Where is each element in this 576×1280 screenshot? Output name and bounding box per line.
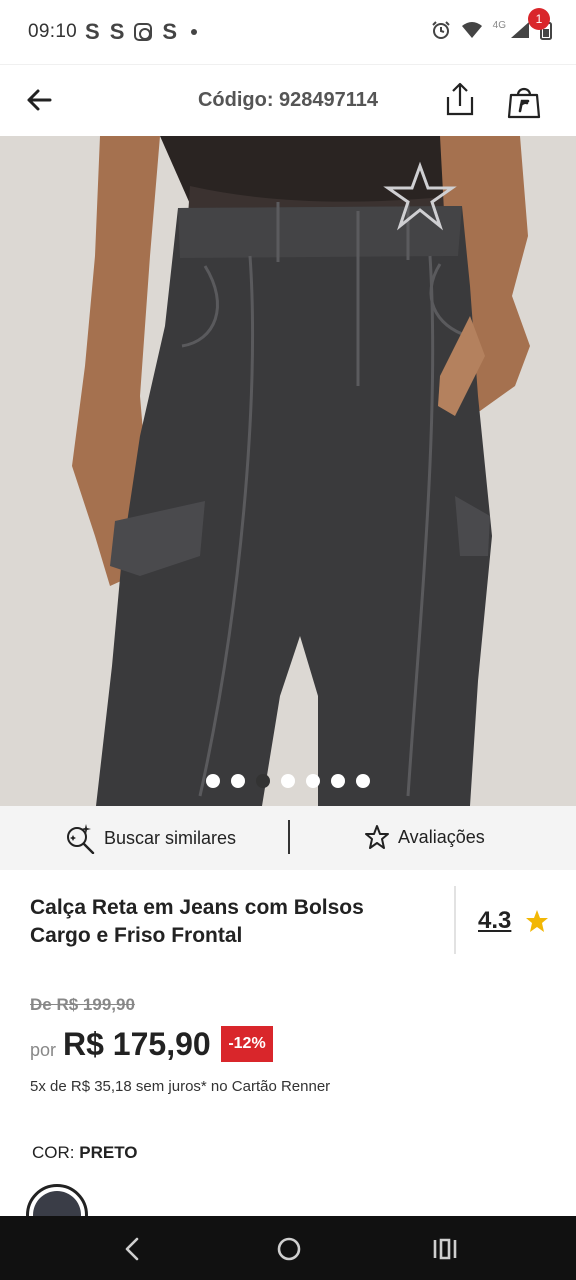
rating-divider xyxy=(454,886,456,954)
instagram-icon xyxy=(134,23,153,41)
status-bar: 09:10 S S S 4G xyxy=(0,0,576,64)
carousel-dot[interactable] xyxy=(331,774,345,788)
notification-s-icon: S xyxy=(85,19,100,44)
product-image[interactable] xyxy=(0,136,576,806)
search-similar-label: Buscar similares xyxy=(104,827,237,848)
notification-s-icon: S xyxy=(162,19,178,44)
old-price: De R$ 199,90 xyxy=(30,995,135,1014)
nav-recents-icon[interactable] xyxy=(430,1234,460,1264)
carousel-dot[interactable] xyxy=(356,774,370,788)
product-photo xyxy=(0,136,576,806)
installments-text: 5x de R$ 35,18 sem juros* no Cartão Renn… xyxy=(30,1078,331,1095)
more-notifications-icon xyxy=(191,29,198,35)
nav-back-icon[interactable] xyxy=(118,1234,148,1264)
status-time: 09:10 xyxy=(28,21,78,42)
network-type-label: 4G xyxy=(492,19,506,31)
carousel-dot[interactable] xyxy=(281,774,295,788)
nav-home-icon[interactable] xyxy=(274,1234,304,1264)
cart-button[interactable] xyxy=(504,81,544,121)
system-nav-bar xyxy=(0,1216,576,1280)
notification-icons: S S S xyxy=(85,19,198,45)
carousel-dot[interactable] xyxy=(206,774,220,788)
reviews-label: Avaliações xyxy=(398,826,485,847)
star-outline-icon xyxy=(365,825,389,849)
reviews-button[interactable]: Avaliações xyxy=(364,824,485,850)
carousel-dot[interactable] xyxy=(231,774,245,788)
image-carousel-dots xyxy=(0,774,576,788)
app-header: Código: 928497114 xyxy=(0,64,576,136)
action-divider xyxy=(288,820,290,854)
cart-count-badge: 1 xyxy=(528,8,550,30)
color-label: COR: PRETO xyxy=(32,1143,138,1163)
product-title: Calça Reta em Jeans com Bolsos Cargo e F… xyxy=(30,896,364,947)
share-button[interactable] xyxy=(442,81,478,117)
carousel-dot-active[interactable] xyxy=(256,774,270,788)
color-label-prefix: COR: xyxy=(32,1143,75,1162)
star-filled-icon xyxy=(526,910,548,932)
action-bar: Buscar similares Avaliações xyxy=(0,806,576,870)
share-icon xyxy=(446,82,474,116)
search-similar-button[interactable]: Buscar similares xyxy=(64,822,236,854)
carousel-dot[interactable] xyxy=(306,774,320,788)
color-label-value: PRETO xyxy=(79,1143,138,1162)
wifi-icon xyxy=(461,22,482,38)
shopping-bag-icon xyxy=(507,87,541,119)
notification-s-icon: S xyxy=(109,19,125,44)
discount-badge: -12% xyxy=(221,1026,273,1062)
current-price: R$ 175,90 xyxy=(63,1026,211,1062)
alarm-icon xyxy=(431,21,450,39)
signal-icon xyxy=(511,22,529,38)
magic-search-icon xyxy=(67,824,95,854)
price-prefix: por xyxy=(30,1040,57,1060)
rating-value[interactable]: 4.3 xyxy=(478,907,511,935)
product-code-title: Código: 928497114 xyxy=(197,89,379,111)
